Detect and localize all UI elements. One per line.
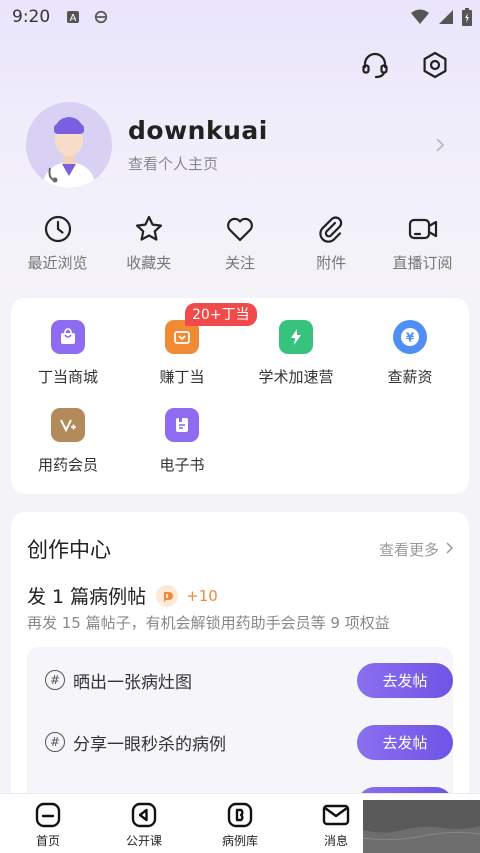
see-more-label: 查看更多 [378, 540, 439, 559]
home-icon [33, 800, 63, 830]
tab-home[interactable]: 首页 [8, 800, 88, 849]
signal-icon [438, 9, 454, 30]
quick-live-subscriptions-label: 直播订阅 [392, 254, 453, 272]
service-label: 丁当商城 [37, 368, 98, 386]
quick-recent[interactable]: 最近浏览 [12, 212, 103, 273]
task-description: 再发 15 篇帖子，有机会解锁用药助手会员等 9 项权益 [27, 614, 390, 632]
quick-actions: 最近浏览 收藏夹 关注 附件 直播订阅 [12, 212, 468, 273]
status-time: 9:20 [12, 7, 51, 27]
tab-open-class[interactable]: 公开课 [104, 800, 184, 849]
video-camera-icon [406, 212, 440, 246]
quick-live-subscriptions[interactable]: 直播订阅 [377, 212, 468, 273]
topic-text: 分享一眼秒杀的病例 [73, 734, 226, 755]
lightning-icon [279, 320, 313, 354]
service-label: 学术加速营 [258, 368, 334, 386]
topic-list: # 晒出一张病灶图 去发帖 # 分享一眼秒杀的病例 去发帖 [27, 647, 453, 812]
creation-center-card: 创作中心 查看更多 发 1 篇病例帖 +10 再发 15 篇帖子，有机会解锁用药… [11, 512, 469, 812]
overlay-image [362, 800, 480, 853]
v-plus-icon [51, 408, 85, 442]
tab-label: 首页 [35, 834, 60, 848]
tab-label: 消息 [323, 834, 348, 848]
list-item: # 晒出一张病灶图 去发帖 [27, 662, 453, 698]
services-card: 丁当商城 20+丁当 赚丁当 学术加速营 ¥ 查薪资 用药会员 电子书 [11, 298, 469, 494]
avatar[interactable] [26, 102, 112, 188]
task-title-text: 发 1 篇病例帖 [27, 586, 147, 608]
quick-follow-label: 关注 [224, 254, 255, 272]
a-letter-icon: A [66, 10, 80, 24]
ie-browser-icon [94, 10, 108, 24]
status-bar: 9:20 A [0, 0, 480, 34]
username: downkuai [128, 116, 268, 145]
service-label: 用药会员 [37, 456, 98, 474]
service-earn-dingdang[interactable]: 20+丁当 赚丁当 [125, 303, 257, 387]
battery-icon [462, 8, 472, 31]
see-more-link[interactable]: 查看更多 [378, 539, 454, 560]
tab-label: 病例库 [221, 834, 258, 848]
post-button[interactable]: 去发帖 [357, 724, 453, 760]
ebook-icon [165, 408, 199, 442]
quick-attachments[interactable]: 附件 [286, 212, 377, 273]
service-drug-membership[interactable]: 用药会员 [11, 408, 125, 475]
svg-text:A: A [70, 13, 77, 24]
quick-attachments-label: 附件 [316, 254, 347, 272]
task-title: 发 1 篇病例帖 +10 [27, 582, 218, 609]
service-check-salary[interactable]: ¥ 查薪资 [353, 320, 467, 387]
task-reward: +10 [186, 586, 218, 605]
paperclip-icon [314, 212, 348, 246]
heart-icon [223, 212, 257, 246]
quick-follow[interactable]: 关注 [195, 212, 286, 273]
quick-recent-label: 最近浏览 [27, 254, 88, 272]
quick-favorites[interactable]: 收藏夹 [103, 212, 194, 273]
post-button[interactable]: 去发帖 [357, 662, 453, 698]
headset-icon[interactable] [360, 50, 390, 80]
svg-text:¥: ¥ [406, 331, 415, 345]
quick-favorites-label: 收藏夹 [126, 254, 172, 272]
tab-case-library[interactable]: 病例库 [200, 800, 280, 849]
chevron-right-icon [430, 137, 450, 153]
service-label: 电子书 [159, 456, 205, 474]
clock-icon [41, 212, 75, 246]
topic-text: 晒出一张病灶图 [73, 672, 192, 693]
hashtag-icon: # [45, 670, 65, 690]
creation-title: 创作中心 [27, 538, 111, 562]
service-label: 查薪资 [387, 368, 433, 386]
yuan-icon: ¥ [393, 320, 427, 354]
service-ebook[interactable]: 电子书 [125, 408, 239, 475]
chevron-right-icon [445, 540, 454, 558]
profile-card[interactable]: downkuai 查看个人主页 [26, 100, 456, 190]
tab-label: 公开课 [125, 834, 162, 848]
coin-icon [156, 584, 179, 607]
hashtag-icon: # [45, 732, 65, 752]
settings-icon[interactable] [420, 50, 450, 80]
case-library-icon [225, 800, 255, 830]
header-actions [360, 50, 450, 80]
play-circle-icon [129, 800, 159, 830]
profile-subtitle: 查看个人主页 [128, 155, 219, 173]
service-dingdang-mall[interactable]: 丁当商城 [11, 320, 125, 387]
list-item: # 分享一眼秒杀的病例 去发帖 [27, 724, 453, 760]
service-label: 赚丁当 [159, 368, 205, 386]
mail-icon [321, 800, 351, 830]
shop-bag-icon [51, 320, 85, 354]
star-icon [132, 212, 166, 246]
wifi-icon [410, 9, 430, 30]
service-academic-camp[interactable]: 学术加速营 [239, 320, 353, 387]
